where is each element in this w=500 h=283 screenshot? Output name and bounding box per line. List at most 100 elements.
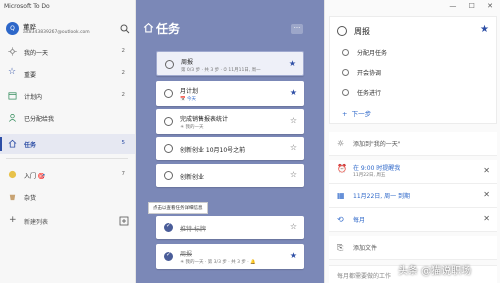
task-meta: 📅 今天: [180, 97, 197, 102]
step-checkbox[interactable]: [342, 49, 349, 56]
sidebar-item-label: 我的一天: [24, 50, 49, 57]
close-icon[interactable]: ✕: [483, 190, 490, 199]
task-detail-title[interactable]: 周报: [354, 26, 370, 37]
sidebar-item-label: 任务: [24, 142, 37, 149]
completed-task-item[interactable]: 推特·标牌 ☆: [156, 216, 304, 239]
avatar[interactable]: Q: [6, 22, 19, 35]
task-meta: ☀ 我的一天 · 第 3/3 步 · 共 3 步 · 🔔: [180, 260, 256, 265]
task-complete-checkbox[interactable]: [165, 60, 174, 69]
task-meta: 第 0/3 步 · 共 3 步 · ⏱ 11月11日, 周一: [181, 68, 261, 73]
paperclip-icon: ⎘: [337, 243, 344, 252]
new-list-button[interactable]: + 新建列表: [0, 212, 135, 230]
sidebar-item-count: 7: [121, 171, 126, 177]
star-icon[interactable]: ★: [290, 88, 297, 97]
sidebar-item-my-day[interactable]: 我的一天 2: [0, 42, 135, 62]
window-controls[interactable]: — ☐ ✕: [449, 2, 498, 10]
step-item[interactable]: 开会协调: [342, 68, 381, 77]
add-to-my-day-button[interactable]: ☼ 添加到"我的一天": [329, 132, 497, 156]
task-title: 创新创业: [180, 174, 205, 181]
add-step-label: 下一步: [351, 110, 372, 118]
task-list-pane: 任务 ··· 周报 第 0/3 步 · 共 3 步 · ⏱ 11月11日, 周一…: [136, 0, 324, 283]
step-label: 分配月任务: [357, 50, 388, 57]
sidebar-item-count: 2: [121, 48, 126, 54]
sidebar-item-label: 重要: [24, 72, 37, 79]
add-step-button[interactable]: + 下一步: [342, 108, 371, 118]
star-outline-icon[interactable]: ☆: [290, 170, 297, 179]
list-icon: [9, 194, 16, 201]
task-title: 完成销售报表统计: [180, 116, 229, 123]
profile[interactable]: Q 董骅 alt8343839267@outlook.com: [4, 20, 132, 42]
add-file-button[interactable]: ⎘ 添加文件: [329, 236, 497, 260]
step-checkbox[interactable]: [342, 69, 349, 76]
calendar-icon: [8, 92, 17, 100]
task-complete-checkbox[interactable]: [164, 144, 173, 153]
home-icon: [143, 22, 154, 33]
person-icon: [9, 113, 16, 122]
watermark: 头条 @猫说职场: [398, 266, 472, 277]
sidebar-item-getting-started[interactable]: 入门 🎯 7: [0, 165, 135, 185]
task-complete-checkbox[interactable]: [164, 171, 173, 180]
task-detail-card: 周报 ★ 分配月任务 开会协调 任务进行 + 下一步: [329, 16, 497, 124]
profile-email: alt8343839267@outlook.com: [23, 30, 90, 35]
sun-icon: [8, 47, 17, 56]
close-icon[interactable]: ✕: [483, 214, 490, 223]
sidebar-item-planned[interactable]: 计划内 2: [0, 86, 135, 106]
sidebar-item-tasks[interactable]: 任务 5: [0, 134, 135, 154]
todo-app: Microsoft To Do Q 董骅 alt8343839267@outlo…: [0, 0, 500, 283]
task-complete-checkbox[interactable]: [164, 251, 173, 261]
star-icon: ☆: [8, 67, 17, 77]
reminder-date: 11月22日, 周五: [353, 173, 386, 178]
sidebar-item-label: 杂货: [24, 195, 37, 202]
step-label: 开会协调: [357, 70, 382, 77]
tooltip: 点击以查看任务详细信息: [148, 202, 208, 214]
list-icon: [8, 170, 17, 179]
step-checkbox[interactable]: [342, 89, 349, 96]
task-item[interactable]: 完成销售报表统计 ☀ 我的一天 ☆: [156, 109, 304, 134]
alarm-icon: ⏰: [337, 164, 347, 173]
task-complete-checkbox[interactable]: [164, 222, 173, 232]
repeat-row[interactable]: ⟲ 每月 ✕: [329, 208, 497, 232]
task-meta: ☀ 我的一天: [180, 125, 204, 130]
task-item[interactable]: 周报 第 0/3 步 · 共 3 步 · ⏱ 11月11日, 周一 ★: [156, 51, 304, 76]
app-title: Microsoft To Do: [4, 3, 50, 10]
repeat-label: 每月: [353, 217, 366, 224]
add-file-label: 添加文件: [353, 245, 378, 252]
sun-icon: ☼: [337, 139, 345, 148]
sidebar-divider: [6, 158, 128, 159]
sidebar-item-count: 2: [121, 70, 126, 76]
sidebar-item-assigned[interactable]: 已分配给我: [0, 108, 135, 128]
star-outline-icon[interactable]: ☆: [290, 222, 297, 231]
search-icon[interactable]: [120, 24, 130, 34]
step-label: 任务进行: [357, 90, 382, 97]
plus-icon: +: [9, 215, 17, 225]
sidebar-item-important[interactable]: ☆ 重要 2: [0, 64, 135, 84]
completed-task-item[interactable]: 周报 ☀ 我的一天 · 第 3/3 步 · 共 3 步 · 🔔 ★: [156, 244, 304, 269]
sidebar: Microsoft To Do Q 董骅 alt8343839267@outlo…: [0, 0, 136, 283]
repeat-icon: ⟲: [337, 215, 344, 224]
more-options-button[interactable]: ···: [291, 24, 303, 34]
due-date-row[interactable]: ▦ 11月22日, 周一 到期 ✕: [329, 184, 497, 208]
task-item[interactable]: 创新创业 ☆: [156, 164, 304, 187]
sidebar-item-label: 计划内: [24, 94, 43, 101]
task-item[interactable]: 月计划 📅 今天 ★: [156, 81, 304, 106]
sidebar-item-groceries[interactable]: 杂货: [0, 187, 135, 207]
add-to-my-day-label: 添加到"我的一天": [353, 141, 401, 148]
task-complete-checkbox[interactable]: [164, 89, 173, 98]
step-item[interactable]: 分配月任务: [342, 48, 387, 57]
star-icon[interactable]: ★: [480, 24, 489, 35]
task-complete-checkbox[interactable]: [164, 117, 173, 126]
star-outline-icon[interactable]: ☆: [290, 143, 297, 152]
close-icon[interactable]: ✕: [483, 166, 490, 175]
task-item[interactable]: 创新创业 10月10号之前 ☆: [156, 137, 304, 160]
due-date-label: 11月22日, 周一 到期: [353, 193, 410, 200]
reminder-row[interactable]: ⏰ 在 9:00 时提醒我 11月22日, 周五 ✕: [329, 160, 497, 184]
star-icon[interactable]: ★: [290, 251, 297, 260]
task-complete-checkbox[interactable]: [337, 26, 347, 36]
task-title: 周报: [180, 251, 193, 258]
star-icon[interactable]: ★: [289, 59, 296, 68]
sidebar-item-count: 5: [121, 140, 126, 146]
step-item[interactable]: 任务进行: [342, 88, 381, 97]
star-outline-icon[interactable]: ☆: [290, 116, 297, 125]
sidebar-item-label: 入门 🎯: [24, 173, 46, 180]
new-group-icon[interactable]: [119, 216, 129, 226]
